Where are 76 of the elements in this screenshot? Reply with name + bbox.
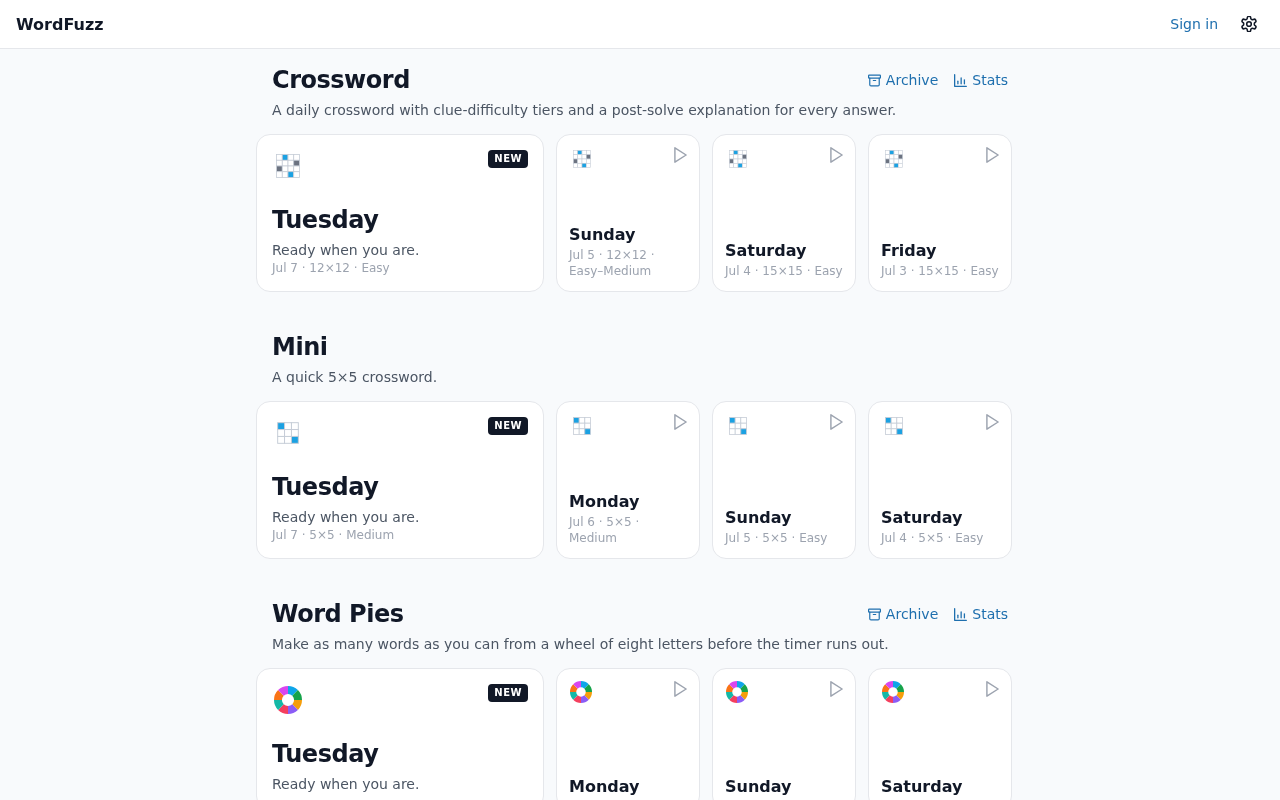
puzzle-card[interactable]: Monday bbox=[556, 668, 700, 800]
stats-link[interactable]: Stats bbox=[954, 606, 1008, 622]
puzzle-card[interactable]: Monday Jul 6 · 5×5 · Medium bbox=[556, 401, 700, 559]
puzzle-card[interactable]: NEW Tuesday Ready when you are. Jul 7 · 5×5 · Medium bbox=[256, 401, 544, 559]
bar-chart-icon bbox=[954, 73, 968, 87]
play-icon bbox=[986, 414, 999, 430]
grid-icon bbox=[277, 422, 299, 444]
puzzle-card[interactable]: NEW Tuesday Ready when you are. bbox=[256, 668, 544, 800]
stats-link[interactable]: Stats bbox=[954, 72, 1008, 88]
sign-in-link[interactable]: Sign in bbox=[1170, 16, 1218, 32]
card-meta: Jul 3 · 15×15 · Easy bbox=[881, 263, 1000, 279]
archive-link[interactable]: Archive bbox=[867, 72, 939, 88]
segmented-ring-icon bbox=[726, 681, 748, 703]
card-tagline: Ready when you are. bbox=[272, 241, 421, 260]
play-icon bbox=[674, 414, 687, 430]
play-icon bbox=[674, 147, 687, 163]
section-description: Make as many words as you can from a wheel of eight letters before the timer runs out. bbox=[271, 635, 890, 654]
section-title: Crossword bbox=[272, 65, 410, 95]
card-meta: Jul 4 · 5×5 · Easy bbox=[881, 530, 985, 546]
play-icon bbox=[830, 147, 843, 163]
segmented-ring-icon bbox=[882, 681, 904, 703]
card-tagline: Ready when you are. bbox=[272, 508, 421, 527]
puzzle-card[interactable]: Saturday bbox=[868, 668, 1012, 800]
puzzle-card[interactable]: Saturday Jul 4 · 5×5 · Easy bbox=[868, 401, 1012, 559]
card-title: Tuesday bbox=[272, 739, 380, 770]
new-badge: NEW bbox=[488, 417, 528, 435]
grid-icon bbox=[573, 417, 591, 435]
puzzle-card[interactable]: Sunday bbox=[712, 668, 856, 800]
bar-chart-icon bbox=[954, 607, 968, 621]
grid-icon bbox=[885, 150, 903, 168]
archive-link[interactable]: Archive bbox=[867, 606, 939, 622]
puzzle-card[interactable]: Sunday Jul 5 · 12×12 · Easy–Medium bbox=[556, 134, 700, 292]
grid-icon bbox=[885, 417, 903, 435]
card-title: Tuesday bbox=[272, 472, 380, 503]
card-title: Saturday bbox=[881, 777, 964, 797]
settings-icon bbox=[1241, 16, 1257, 32]
card-tagline: Ready when you are. bbox=[272, 775, 421, 794]
archive-box-icon bbox=[867, 607, 881, 621]
play-icon bbox=[986, 681, 999, 697]
section-description: A quick 5×5 crossword. bbox=[271, 368, 439, 387]
section-title: Mini bbox=[272, 332, 328, 362]
card-title: Monday bbox=[569, 777, 641, 797]
puzzle-card[interactable]: Sunday Jul 5 · 5×5 · Easy bbox=[712, 401, 856, 559]
play-icon bbox=[674, 681, 687, 697]
card-title: Sunday bbox=[725, 777, 793, 797]
play-icon bbox=[830, 414, 843, 430]
new-badge: NEW bbox=[488, 150, 528, 168]
segmented-ring-icon bbox=[570, 681, 592, 703]
puzzle-card[interactable]: Friday Jul 3 · 15×15 · Easy bbox=[868, 134, 1012, 292]
grid-icon bbox=[729, 150, 747, 168]
card-meta: Jul 6 · 5×5 · Medium bbox=[569, 514, 641, 546]
grid-icon bbox=[276, 154, 300, 178]
card-meta: Jul 5 · 5×5 · Easy bbox=[725, 530, 829, 546]
play-icon bbox=[986, 147, 999, 163]
card-title: Monday bbox=[569, 492, 641, 512]
play-icon bbox=[830, 681, 843, 697]
card-title: Friday bbox=[881, 241, 938, 261]
grid-icon bbox=[573, 150, 591, 168]
card-meta: Jul 5 · 12×12 · Easy–Medium bbox=[569, 247, 656, 279]
card-title: Sunday bbox=[725, 508, 793, 528]
brand-name[interactable]: WordFuzz bbox=[16, 14, 104, 34]
card-meta: Jul 7 · 12×12 · Easy bbox=[272, 260, 391, 276]
card-meta: Jul 4 · 15×15 · Easy bbox=[725, 263, 844, 279]
card-title: Saturday bbox=[881, 508, 964, 528]
card-title: Tuesday bbox=[272, 205, 380, 236]
puzzle-card[interactable]: Saturday Jul 4 · 15×15 · Easy bbox=[712, 134, 856, 292]
segmented-ring-icon bbox=[274, 686, 302, 714]
section-description: A daily crossword with clue-difficulty tiers and a post-solve explanation for every answer. bbox=[271, 101, 898, 120]
section-title: Word Pies bbox=[272, 599, 404, 629]
archive-box-icon bbox=[867, 73, 881, 87]
puzzle-card[interactable]: NEW Tuesday Ready when you are. Jul 7 · 12×12 · Easy bbox=[256, 134, 544, 292]
new-badge: NEW bbox=[488, 684, 528, 702]
card-title: Sunday bbox=[569, 225, 637, 245]
card-title: Saturday bbox=[725, 241, 808, 261]
grid-icon bbox=[729, 417, 747, 435]
card-meta: Jul 7 · 5×5 · Medium bbox=[272, 527, 396, 543]
